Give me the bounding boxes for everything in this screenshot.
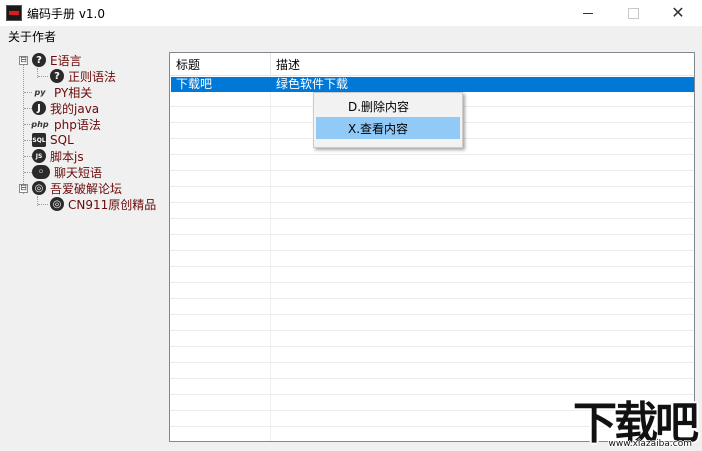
question-icon: ?: [50, 69, 64, 83]
tree-connector: [24, 156, 32, 157]
tree-item-sql[interactable]: SQL SQL: [32, 132, 74, 148]
tree-item-label: 聊天短语: [54, 165, 103, 180]
forum-icon: ◎: [32, 181, 46, 195]
category-tree[interactable]: ⊟ ? E语言 ? 正则语法 py PY相关 J 我的java php php语…: [8, 48, 168, 442]
minimize-button[interactable]: [565, 0, 611, 26]
tree-item-label: 我的java: [50, 101, 100, 116]
maximize-button[interactable]: [610, 0, 656, 26]
column-header-title[interactable]: 标题: [176, 56, 200, 73]
php-icon: php: [31, 119, 49, 129]
context-menu: D.删除内容 X.查看内容: [313, 92, 463, 148]
app-icon: [6, 5, 22, 21]
cell-description: 绿色软件下载: [276, 77, 349, 91]
tree-connector: [24, 172, 32, 173]
tree-item-js[interactable]: JS 脚本js: [32, 148, 84, 164]
menu-item-label: D.删除内容: [348, 100, 410, 114]
menu-about-author[interactable]: 关于作者: [8, 28, 56, 45]
close-button[interactable]: ✕: [655, 0, 701, 26]
tree-item-label: PY相关: [54, 85, 93, 100]
tree-item-python[interactable]: py PY相关: [30, 84, 93, 100]
menu-item-label: X.查看内容: [348, 122, 409, 136]
collapse-toggle[interactable]: ⊟: [19, 184, 28, 193]
watermark-url: www.xiazaiba.com: [608, 439, 692, 449]
table-row[interactable]: 下载吧 绿色软件下载: [171, 77, 694, 92]
menu-bar: 关于作者: [0, 26, 702, 46]
tree-item-label: php语法: [54, 117, 101, 132]
tree-item-52pojie-forum[interactable]: ◎ 吾爱破解论坛: [32, 180, 122, 196]
tree-item-label: 脚本js: [50, 149, 84, 164]
watermark-logo: 下载吧 www.xiazaiba.com: [566, 391, 700, 449]
tree-connector: [23, 60, 24, 194]
cell-title: 下载吧: [176, 77, 213, 91]
chat-icon: ◦: [32, 165, 50, 179]
tree-item-java[interactable]: J 我的java: [32, 100, 99, 116]
tree-item-php[interactable]: php php语法: [30, 116, 101, 132]
question-icon: ?: [32, 53, 46, 67]
title-bar: 编码手册 v1.0 ✕: [0, 0, 702, 26]
list-header: 标题 描述: [170, 53, 695, 76]
tree-connector: [38, 204, 48, 205]
maximize-icon: [627, 7, 639, 19]
menu-item-delete[interactable]: D.删除内容: [316, 95, 460, 117]
column-separator[interactable]: [270, 53, 271, 75]
tree-item-cn911[interactable]: ◎ CN911原创精品: [50, 196, 156, 212]
column-header-description[interactable]: 描述: [276, 56, 300, 73]
tree-item-regex[interactable]: ? 正则语法: [50, 68, 116, 84]
forum-icon: ◎: [50, 197, 64, 211]
tree-item-label: 正则语法: [68, 69, 117, 84]
tree-item-label: 吾爱破解论坛: [50, 181, 123, 196]
tree-item-label: SQL: [50, 133, 74, 147]
close-icon: ✕: [671, 3, 685, 22]
tree-item-e-language[interactable]: ? E语言: [32, 52, 82, 68]
tree-connector: [24, 108, 32, 109]
python-icon: py: [34, 87, 46, 97]
collapse-toggle[interactable]: ⊟: [19, 56, 28, 65]
tree-connector: [24, 140, 32, 141]
sql-icon: SQL: [32, 133, 46, 147]
window-title: 编码手册 v1.0: [27, 7, 106, 21]
tree-item-chat-phrases[interactable]: ◦ 聊天短语: [32, 164, 102, 180]
tree-item-label: CN911原创精品: [68, 197, 157, 212]
tree-connector: [38, 76, 48, 77]
column-separator[interactable]: [694, 53, 695, 75]
js-icon: JS: [32, 149, 46, 163]
minimize-icon: [583, 12, 593, 14]
column-divider: [270, 75, 271, 441]
menu-item-view[interactable]: X.查看内容: [316, 117, 460, 139]
java-icon: J: [32, 101, 46, 115]
tree-item-label: E语言: [50, 53, 82, 68]
